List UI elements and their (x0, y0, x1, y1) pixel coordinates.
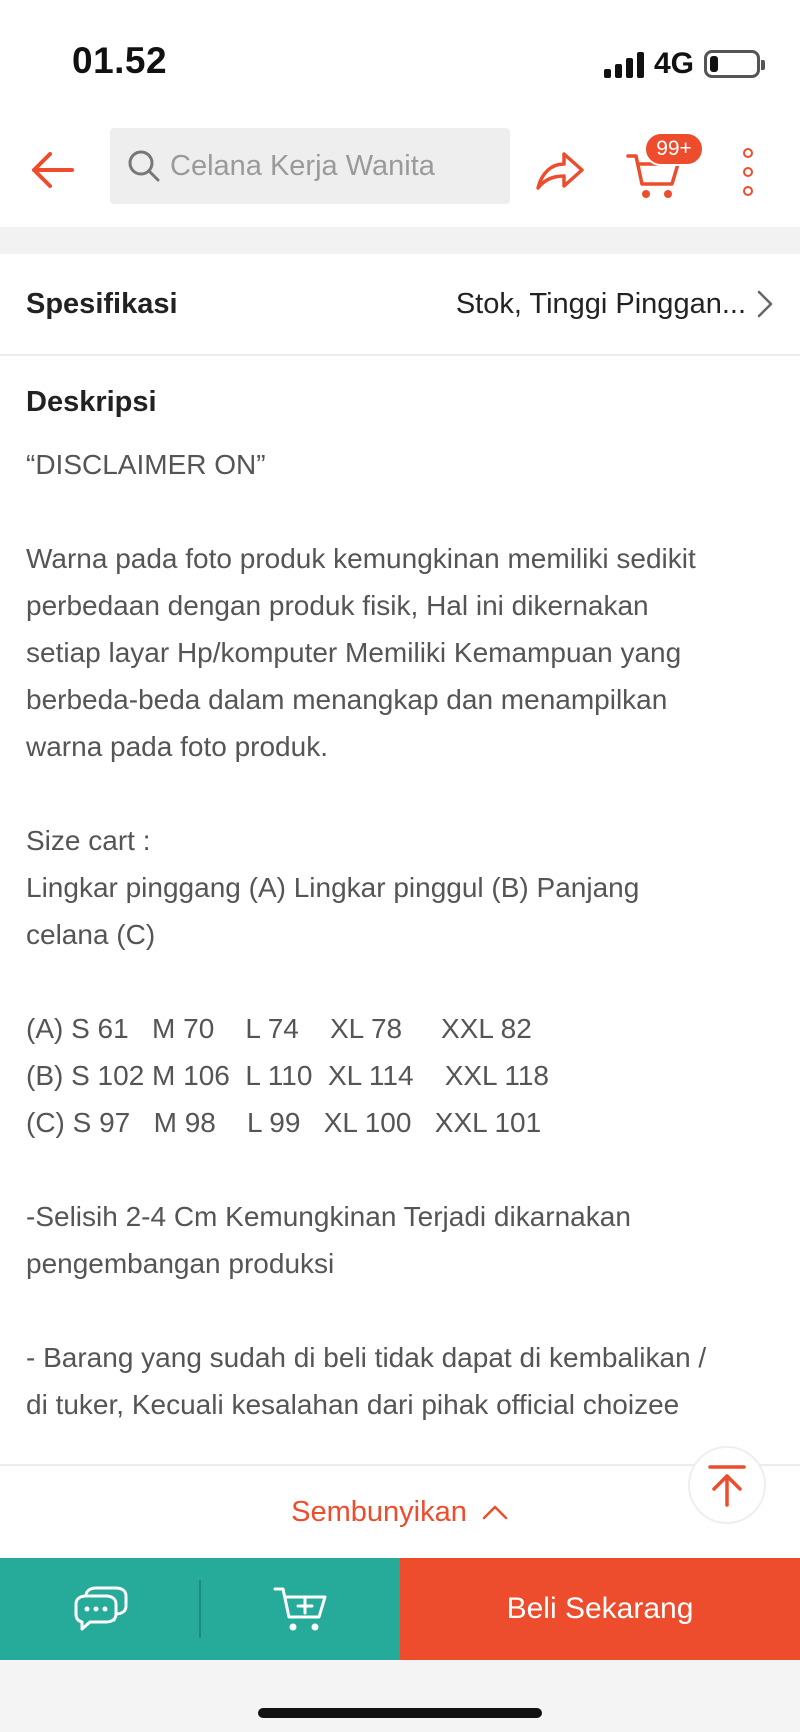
bottom-action-bar: Beli Sekarang (0, 1558, 800, 1660)
more-vertical-icon (743, 148, 753, 158)
chat-icon (74, 1586, 127, 1631)
chat-button[interactable] (0, 1558, 199, 1660)
chevron-up-icon (481, 1503, 509, 1521)
section-separator (0, 228, 800, 254)
hide-label: Sembunyikan (291, 1495, 467, 1528)
search-icon (128, 150, 160, 182)
signal-icon (603, 50, 644, 78)
description-line: setiap layar Hp/komputer Memiliki Kemamp… (26, 637, 682, 668)
home-indicator[interactable] (258, 1708, 542, 1718)
network-type: 4G (653, 47, 694, 80)
cart-badge: 99+ (644, 132, 704, 166)
arrow-up-to-top-icon (708, 1465, 746, 1507)
chevron-right-icon (756, 289, 774, 319)
description-line: (B) S 102 M 106 L 110 XL 114 XXL 118 (26, 1060, 549, 1091)
description-line: celana (C) (26, 919, 156, 950)
more-options-button[interactable] (736, 142, 760, 202)
home-indicator-area (0, 1660, 800, 1732)
cart-button[interactable]: 99+ (624, 132, 704, 204)
description-line: (A) S 61 M 70 L 74 XL 78 XXL 82 (26, 1013, 532, 1044)
description-line: perbedaan dengan produk fisik, Hal ini d… (26, 590, 649, 621)
description-line: (C) S 97 M 98 L 99 XL 100 XXL 101 (26, 1107, 542, 1138)
search-input[interactable]: Celana Kerja Wanita (110, 128, 510, 204)
specification-row[interactable]: Spesifikasi Stok, Tinggi Pinggan... (0, 254, 800, 356)
description-line: di tuker, Kecuali kesalahan dari pihak o… (26, 1389, 680, 1420)
description-line (26, 770, 786, 817)
description-line (26, 1287, 786, 1334)
share-icon (536, 152, 584, 190)
description-line: “DISCLAIMER ON” (26, 449, 266, 480)
description-line: Warna pada foto produk kemungkinan memil… (26, 543, 696, 574)
specification-value: Stok, Tinggi Pinggan... (455, 287, 746, 320)
battery-fill (710, 56, 718, 72)
description-line: Size cart : (26, 825, 151, 856)
scroll-to-top-button[interactable] (688, 1446, 766, 1524)
status-time: 01.52 (72, 40, 168, 81)
description-line: -Selisih 2-4 Cm Kemungkinan Terjadi dika… (26, 1201, 631, 1232)
add-to-cart-icon (273, 1587, 326, 1631)
description-section: Deskripsi “DISCLAIMER ON” Warna pada foto… (26, 386, 786, 1428)
description-line (26, 488, 786, 535)
share-button[interactable] (530, 140, 590, 200)
specification-label: Spesifikasi (26, 287, 178, 320)
description-line (26, 958, 786, 1005)
description-title: Deskripsi (26, 386, 157, 418)
description-text: “DISCLAIMER ON” Warna pada foto produk ke… (26, 441, 786, 1428)
top-navigation: Celana Kerja Wanita 99+ (0, 120, 800, 228)
hide-description-button[interactable]: Sembunyikan (0, 1464, 800, 1558)
status-bar: 01.52 4G (0, 0, 800, 120)
description-line (26, 1146, 786, 1193)
description-line: Lingkar pinggang (A) Lingkar pinggul (B)… (26, 872, 640, 903)
battery-icon (704, 50, 765, 78)
description-line: berbeda-beda dalam menangkap dan menampi… (26, 684, 668, 715)
description-line: - Barang yang sudah di beli tidak dapat … (26, 1342, 707, 1373)
product-description-page: 01.52 4G Celana Kerja Wanita 99+ Spesifi… (0, 0, 800, 1732)
back-arrow-icon (32, 152, 74, 188)
search-placeholder: Celana Kerja Wanita (170, 149, 435, 182)
buy-now-button[interactable]: Beli Sekarang (400, 1558, 800, 1660)
button-divider (199, 1558, 201, 1660)
back-button[interactable] (22, 140, 82, 200)
status-indicators: 4G (603, 44, 765, 84)
description-line: warna pada foto produk. (26, 731, 328, 762)
description-line: pengembangan produksi (26, 1248, 335, 1279)
add-to-cart-button[interactable] (201, 1558, 400, 1660)
